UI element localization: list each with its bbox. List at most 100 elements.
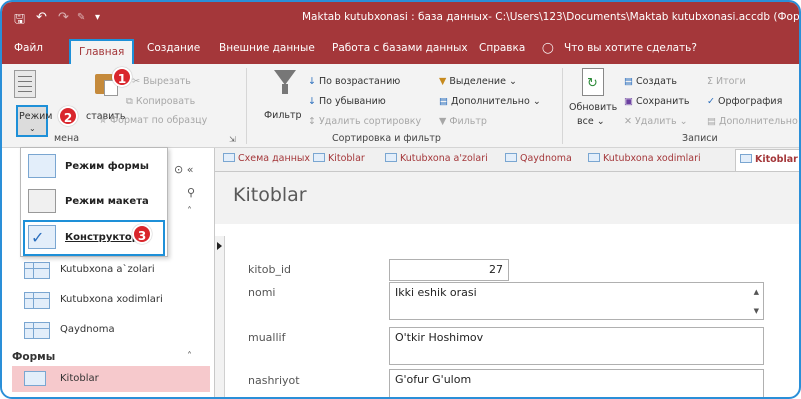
funnel-icon[interactable]: [274, 70, 296, 85]
doc-tab-kitoblar-form[interactable]: Kitoblar: [735, 149, 799, 171]
totals-button[interactable]: Σ Итоги: [707, 76, 746, 87]
scroll-up-icon[interactable]: ▲: [754, 288, 759, 296]
nav-item-label: Qaydnoma: [60, 324, 115, 335]
doc-tab-relationships[interactable]: Схема данных: [223, 153, 310, 164]
menu-item-form-view[interactable]: Режим формы: [25, 151, 163, 183]
chevron-down-icon: ⌄: [29, 124, 36, 133]
new-record-icon: ▤: [624, 76, 633, 87]
doc-tab-kutubxona-azolari[interactable]: Kutubxona a'zolari: [385, 153, 488, 164]
field-label-nomi: nomi: [248, 286, 276, 299]
tab-external-data[interactable]: Внешние данные: [219, 42, 315, 54]
new-record-button[interactable]: ▤ Создать: [624, 76, 677, 87]
delete-icon: ✕: [624, 116, 632, 127]
form-icon: [740, 154, 752, 163]
format-painter-button[interactable]: ✯ Формат по образцу: [99, 115, 207, 126]
records-group-label: Записи: [682, 133, 718, 144]
selection-button[interactable]: ▼ Выделение ⌄: [439, 76, 517, 87]
ribbon: Режим ⌄ ставить ✂ Вырезать ⧉ Копировать …: [2, 64, 799, 148]
callout-3: 3: [132, 224, 152, 244]
refresh-all-label[interactable]: Обновить: [569, 102, 617, 113]
dialog-launcher-icon[interactable]: ⇲: [229, 135, 236, 144]
undo-icon[interactable]: ↶: [36, 10, 47, 25]
doc-tab-qaydnoma[interactable]: Qaydnoma: [505, 153, 572, 164]
clipboard-group-label: мена: [54, 133, 80, 144]
nav-item-label: Kitoblar: [60, 373, 99, 384]
search-icon[interactable]: ⚲: [187, 186, 195, 199]
toggle-filter-button[interactable]: ▼ Фильтр: [439, 116, 487, 127]
refresh-all-label-2[interactable]: все ⌄: [577, 116, 605, 127]
field-muallif[interactable]: O'tkir Hoshimov: [389, 327, 764, 365]
title-bar: 🖫 ↶ ↷ ✎ ▾ Maktab kutubxonasi : база данн…: [2, 2, 801, 36]
nav-menu-icon[interactable]: ⊙ «: [174, 163, 193, 176]
doc-tab-kutubxona-xodimlari[interactable]: Kutubxona xodimlari: [588, 153, 701, 164]
form-title: Kitoblar: [233, 184, 307, 206]
refresh-icon[interactable]: ↻: [582, 68, 604, 96]
selection-icon: ▼: [439, 76, 447, 87]
lightbulb-icon: ◯: [542, 42, 554, 54]
menu-item-layout-view[interactable]: Режим макета: [25, 186, 163, 218]
save-record-icon: ▣: [624, 96, 633, 107]
table-icon: [505, 153, 517, 162]
doc-tab-kitoblar-table[interactable]: Kitoblar: [313, 153, 365, 164]
table-icon: [385, 153, 397, 162]
table-icon: [24, 262, 50, 279]
nav-form-kitoblar[interactable]: Kitoblar: [12, 366, 210, 392]
nav-item-label: Kutubxona xodimlari: [60, 294, 163, 305]
nav-item-label: Kutubxona a`zolari: [60, 264, 155, 275]
copy-button[interactable]: ⧉ Копировать: [126, 96, 195, 107]
sort-az-icon: ↓: [308, 76, 316, 87]
tell-me-box[interactable]: Что вы хотите сделать?: [564, 42, 697, 54]
toggle-filter-icon: ▼: [439, 116, 447, 127]
sort-ascending-button[interactable]: ↓ По возрастанию: [308, 76, 400, 87]
collapse-icon[interactable]: ˄: [187, 351, 192, 362]
callout-1: 1: [112, 67, 132, 87]
callout-2: 2: [58, 106, 78, 126]
table-icon: [24, 292, 50, 309]
tab-home[interactable]: Главная: [69, 39, 135, 66]
copy-icon: ⧉: [126, 96, 133, 107]
nav-table-kutubxona-azolari[interactable]: Kutubxona a`zolari: [24, 258, 204, 282]
pin-icon: ✎: [77, 12, 86, 23]
filter-button[interactable]: Фильтр: [264, 110, 302, 121]
form-header: Kitoblar: [215, 172, 799, 224]
menu-item-label: Режим формы: [65, 161, 149, 172]
remove-sort-button[interactable]: ↕ Удалить сортировку: [308, 116, 421, 127]
sigma-icon: Σ: [707, 76, 714, 87]
tab-create[interactable]: Создание: [147, 42, 200, 54]
save-record-button[interactable]: ▣ Сохранить: [624, 96, 689, 107]
document-tabs: Схема данных Kitoblar Kutubxona a'zolari…: [215, 148, 799, 172]
delete-record-button[interactable]: ✕ Удалить ⌄: [624, 116, 688, 127]
sort-za-icon: ↓: [308, 96, 316, 107]
tab-help[interactable]: Справка: [479, 42, 525, 54]
forms-section-header[interactable]: Формы: [12, 351, 55, 363]
sort-filter-group-label: Сортировка и фильтр: [332, 133, 441, 144]
window-title: Maktab kutubxonasi : база данных- C:\Use…: [302, 11, 801, 23]
collapse-icon[interactable]: ˄: [187, 206, 192, 217]
redo-icon[interactable]: ↷: [58, 10, 69, 25]
divider: [562, 68, 563, 144]
nav-table-kutubxona-xodimlari[interactable]: Kutubxona xodimlari: [24, 288, 204, 312]
field-kitob-id[interactable]: 27: [389, 259, 509, 281]
tab-file[interactable]: Файл: [14, 42, 43, 54]
more-icon: ▤: [707, 116, 716, 127]
spelling-button[interactable]: ✓ Орфография: [707, 96, 782, 107]
tab-database-tools[interactable]: Работа с базами данных: [332, 42, 468, 54]
view-mode-icon[interactable]: [14, 70, 36, 98]
save-icon[interactable]: 🖫: [14, 10, 25, 32]
spelling-icon: ✓: [707, 96, 715, 107]
table-icon: [313, 153, 325, 162]
cut-button[interactable]: ✂ Вырезать: [132, 76, 191, 87]
nav-table-qaydnoma[interactable]: Qaydnoma: [24, 318, 204, 342]
advanced-filter-button[interactable]: ▤ Дополнительно ⌄: [439, 96, 541, 107]
relationships-icon: [223, 153, 235, 162]
view-button[interactable]: Режим ⌄: [16, 105, 52, 137]
more-button[interactable]: ▤ Дополнительно: [707, 116, 798, 127]
record-selector[interactable]: [215, 236, 225, 397]
ribbon-tabs: Файл Главная Создание Внешние данные Раб…: [2, 36, 799, 66]
customize-qa-icon[interactable]: ▾: [95, 12, 100, 23]
field-label-muallif: muallif: [248, 331, 286, 344]
field-nashriyot[interactable]: G'ofur G'ulom: [389, 369, 764, 397]
sort-descending-button[interactable]: ↓ По убыванию: [308, 96, 386, 107]
scroll-down-icon[interactable]: ▼: [754, 307, 759, 315]
field-nomi[interactable]: Ikki eshik orasi ▲ ▼: [389, 282, 764, 320]
